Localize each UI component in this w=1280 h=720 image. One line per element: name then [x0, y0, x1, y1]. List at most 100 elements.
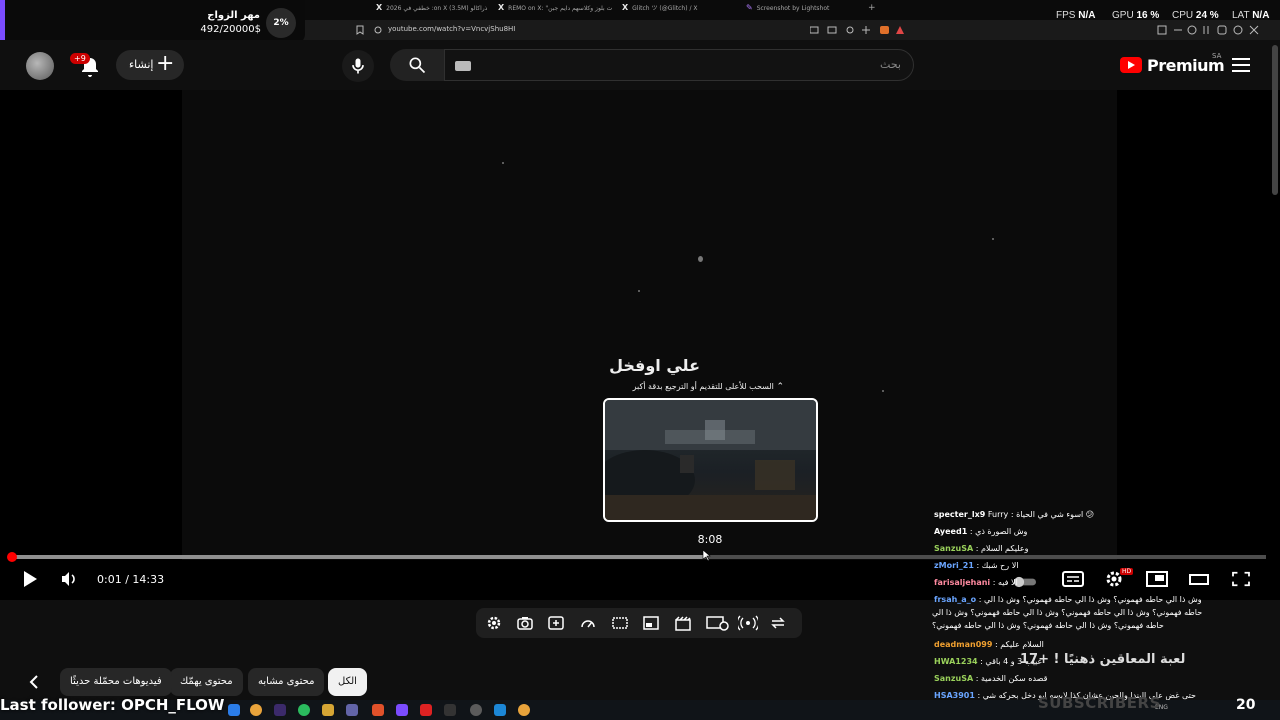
app-icon[interactable] [444, 704, 456, 716]
chip-similar[interactable]: محتوى مشابه [248, 668, 325, 696]
fullscreen-icon[interactable] [1230, 571, 1252, 587]
chip-for-you[interactable]: محتوى يهمّك [170, 668, 243, 696]
voice-search-button[interactable] [342, 50, 374, 82]
search-icon [409, 57, 426, 74]
x-icon: X [622, 3, 629, 12]
preview-timestamp: 8:08 [697, 533, 723, 546]
speed-icon[interactable] [580, 615, 596, 631]
chat-message-continued: حاطه فهموني؟ وش ذا الي حاطه فهموني؟ وش ذ… [932, 608, 1203, 617]
new-tab-button[interactable]: + [868, 3, 876, 13]
chat-message: frsah_a_o : وش ذا الي حاطه فهموني؟ وش ذا… [934, 595, 1202, 604]
time-display: 0:01 / 14:33 [97, 573, 165, 586]
tab-title: REMO on X: "ت بلوز وكلاسهم دايم جبن [508, 5, 613, 12]
create-button[interactable]: إنشاء + [116, 50, 184, 80]
browser-tab[interactable]: X REMO on X: "ت بلوز وكلاسهم دايم جبن [498, 3, 612, 12]
chip-recently-uploaded[interactable]: فيديوهات محمّلة حديثًا [60, 668, 172, 696]
search-input[interactable]: بحث [444, 49, 914, 81]
chip-all[interactable]: الكل [328, 668, 367, 696]
last-follower-label: Last follower: OPCH_FLOW [0, 696, 225, 714]
tab-title: Glitch ツ (@Glitch) / X [632, 5, 698, 12]
video-tools-toolbar [476, 608, 802, 638]
microphone-icon [352, 58, 364, 74]
brave-icon[interactable] [372, 704, 384, 716]
clapper-icon[interactable] [675, 615, 691, 631]
keyboard-icon[interactable] [455, 61, 471, 71]
current-time: 0:01 [97, 573, 122, 586]
cast-icon[interactable] [706, 615, 730, 631]
volume-icon[interactable] [60, 571, 78, 587]
chat-message: zMori_21 : الا رح شبك [934, 561, 1019, 570]
chat-message: SanzuSA : قصده سكن الخدمية [934, 674, 1048, 683]
search-button[interactable] [390, 49, 444, 81]
chat-message: farisaljehani : الا فيه [934, 578, 1018, 587]
teams-icon[interactable] [346, 704, 358, 716]
country-code: SA [1212, 52, 1222, 60]
chips-previous-arrow-icon[interactable] [24, 672, 44, 692]
stream-game-title: لعبة المعاقين ذهنيًا ! +17 [1020, 652, 1186, 667]
donation-goal-widget [0, 0, 305, 44]
camera-icon[interactable] [517, 615, 533, 631]
picture-in-picture-icon[interactable] [643, 615, 659, 631]
scrubber-handle[interactable] [7, 552, 17, 562]
donation-amount: 492/20000$ [200, 24, 261, 35]
radio-icon[interactable] [738, 615, 758, 631]
create-label: إنشاء [129, 58, 154, 71]
chat-message-continued: حاطه فهموني؟ وش ذا الي حاطه فهموني؟ وش ذ… [932, 621, 1164, 630]
seek-hint-text: السحب للأعلى للتقديم أو الترجيع بدقة أكب… [632, 382, 774, 391]
mouse-cursor-icon [702, 549, 711, 562]
theater-mode-icon[interactable] [1188, 571, 1210, 587]
settings-icon[interactable] [486, 615, 502, 631]
hamburger-menu-icon[interactable] [1232, 58, 1250, 76]
obs-icon[interactable] [396, 704, 408, 716]
avatar[interactable] [26, 52, 54, 80]
tab-title: Screenshot by Lightshot [756, 5, 830, 12]
url-text[interactable]: youtube.com/watch?v=VncvjShu8HI [388, 25, 515, 33]
record-icon[interactable] [420, 704, 432, 716]
chrome-icon[interactable] [250, 704, 262, 716]
youtube-play-logo-icon [1120, 57, 1142, 73]
donation-percent: 2% [266, 8, 296, 38]
chat-message: specter_lx9 Furry : اسوء شي في الحياة 😕 [934, 510, 1095, 519]
seek-hint: السحب للأعلى للتقديم أو الترجيع بدقة أكب… [604, 382, 784, 392]
premiere-icon[interactable] [274, 704, 286, 716]
tab-title: خطفي في 2026 :on X (3.5M) ذراكالو [386, 5, 488, 12]
loop-icon[interactable] [770, 615, 786, 631]
calendar-app-icon[interactable] [228, 704, 240, 716]
chat-message: Ayeed1 : وش الصورة ذي [934, 527, 1028, 536]
duration: 14:33 [132, 573, 165, 586]
preview-image [605, 400, 816, 520]
progress-hover-fill [12, 555, 704, 559]
donation-title: مهر الزواج [207, 10, 260, 21]
bookmark-icon[interactable] [356, 25, 364, 35]
file-explorer-icon[interactable] [322, 704, 334, 716]
taskbar-counter: 20 [1236, 697, 1256, 713]
address-actions-icon[interactable] [810, 26, 906, 35]
site-info-icon[interactable] [374, 26, 382, 34]
browser-extensions-icon[interactable] [1156, 24, 1268, 36]
browser-tab[interactable]: X Glitch ツ (@Glitch) / X [622, 3, 698, 12]
notification-count-badge: +9 [70, 53, 90, 64]
chat-message: deadman099 : السلام عليكم [934, 640, 1044, 649]
lightshot-icon: ✎ [746, 3, 753, 12]
miniplayer-icon[interactable] [1146, 571, 1168, 587]
browser-tab[interactable]: X خطفي في 2026 :on X (3.5M) ذراكالو [376, 3, 487, 12]
seek-preview-thumbnail [603, 398, 818, 522]
add-frame-icon[interactable] [548, 615, 564, 631]
whatsapp-icon[interactable] [298, 704, 310, 716]
app-icon[interactable] [470, 704, 482, 716]
steam-icon[interactable] [494, 704, 506, 716]
chat-message: SanzuSA : وعليكم السلام [934, 544, 1029, 553]
chapter-title: علي اوفخل [609, 356, 700, 375]
x-icon: X [498, 3, 505, 12]
subtitles-icon[interactable] [1062, 571, 1084, 587]
crop-icon[interactable] [612, 615, 628, 631]
chrome-icon[interactable] [518, 704, 530, 716]
chevron-up-icon: ⌃ [776, 382, 784, 392]
play-icon[interactable] [20, 569, 40, 589]
plus-icon: + [156, 51, 175, 76]
browser-tab[interactable]: ✎ Screenshot by Lightshot [746, 3, 829, 12]
x-icon: X [376, 3, 383, 12]
subscribers-label: SUBSCRIBERS [1038, 694, 1161, 712]
search-placeholder: بحث [880, 58, 901, 71]
page-scrollbar[interactable] [1272, 45, 1278, 195]
